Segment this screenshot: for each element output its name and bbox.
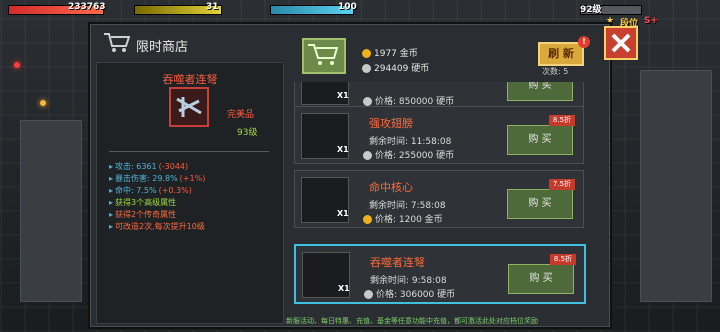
shop-item-card[interactable]: X1 强攻翅膀 剩余时间: 11:58:08 价格: 255000 硬币 购 买… [294,106,584,164]
discount-badge: 8.5折 [550,254,576,265]
arrow-icon: ▸ [109,186,114,195]
arrow-icon: ▸ [109,162,114,171]
item-timer: 剩余时间: 7:58:08 [369,201,446,211]
shop-item-card[interactable]: X1 吞噬者连弩 剩余时间: 9:58:08 价格: 306000 硬币 购 买… [294,244,586,304]
attribute-line: ▸ 命中: 7.5% (+0.3%) [109,186,192,195]
building-left [20,120,82,302]
shop-title: 限时商店 [136,40,189,55]
item-timer: 剩余时间: 9:58:08 [370,276,447,286]
item-list: X1 价格: 850000 硬币 购 买 X1 强攻翅膀 剩余时间: 11:58… [294,82,590,324]
cart-icon [308,44,339,65]
quantity-label: X1 [337,145,349,154]
quantity-label: X1 [337,91,349,100]
buy-button[interactable]: 购 买 [507,125,573,155]
building-right [640,70,712,302]
item-price: 价格: 306000 硬币 [364,287,455,300]
crossbow-icon [169,87,209,127]
gold-coin-icon [363,215,372,224]
neon-light [40,100,46,106]
shield-value: 100 [338,2,357,12]
silver-currency: 294409 硬币 [362,61,429,74]
shop-item-card[interactable]: X1 命中核心 剩余时间: 7:58:08 价格: 1200 金币 购 买 7.… [294,170,584,228]
discount-badge: 7.5折 [549,179,575,190]
detail-level: 93级 [237,128,258,138]
buy-button[interactable]: 购 买 [508,264,574,294]
refresh-badge: ! [578,36,590,48]
item-detail: 吞噬者连弩 完美品 93级 ▸ 攻击: 6361 (-3044) ▸ 暴击伤害: 29.… [96,62,284,324]
item-price: 价格: 1200 金币 [363,212,443,225]
arrow-icon: ▸ [109,210,114,219]
arrow-icon: ▸ [109,198,114,207]
discount-badge: 8.5折 [549,115,575,126]
gold-coin-icon [362,49,371,58]
close-button[interactable] [604,26,638,60]
shop-panel: 限时商店 吞噬者连弩 完美品 93级 ▸ 攻击: 6361 (-3044) ▸ 暴击伤害… [88,22,612,329]
silver-coin-icon [363,97,372,106]
cart-button[interactable] [302,38,346,74]
energy-value: 31 [206,2,219,12]
attribute-line: ▸ 可改造2次,每次提升10级 [109,222,205,231]
buy-button[interactable]: 购 买 [507,82,573,101]
item-timer: 剩余时间: 11:58:08 [369,137,452,147]
health-value: 233763 [68,2,106,12]
silver-coin-icon [362,64,371,73]
arrow-icon: ▸ [109,222,114,231]
level-label: 92级 [580,5,602,15]
silver-coin-icon [364,290,373,299]
refresh-button[interactable]: 刷 新 [538,42,584,66]
close-icon [611,33,631,53]
attribute-line: ▸ 攻击: 6361 (-3044) [109,162,189,171]
footer-note: 新服活动、每日特惠、充值、基金等任意功能中充值，都可激活此处对应档位奖励 [286,317,538,325]
item-name: 命中核心 [369,181,413,194]
silver-coin-icon [363,151,372,160]
item-name: 强攻翅膀 [369,117,413,130]
gold-currency: 1977 金币 [362,46,418,59]
rank-value: S+ [644,16,659,26]
arrow-icon: ▸ [109,174,114,183]
neon-light [14,62,20,68]
attribute-line: ▸ 暴击伤害: 29.8% (+1%) [109,174,206,183]
item-name: 吞噬者连弩 [370,256,425,269]
shop-cart-icon [104,33,130,52]
quantity-label: X1 [338,284,350,293]
buy-button[interactable]: 购 买 [507,189,573,219]
item-price: 价格: 255000 硬币 [363,148,454,161]
divider [109,151,269,152]
quantity-label: X1 [337,209,349,218]
attribute-line: ▸ 获得2个传奇属性 [109,210,177,219]
detail-name: 吞噬者连弩 [162,73,218,86]
refresh-count: 次数: 5 [542,67,569,76]
detail-quality: 完美品 [227,110,255,120]
attribute-line: ▸ 获得3个高级属性 [109,198,177,207]
